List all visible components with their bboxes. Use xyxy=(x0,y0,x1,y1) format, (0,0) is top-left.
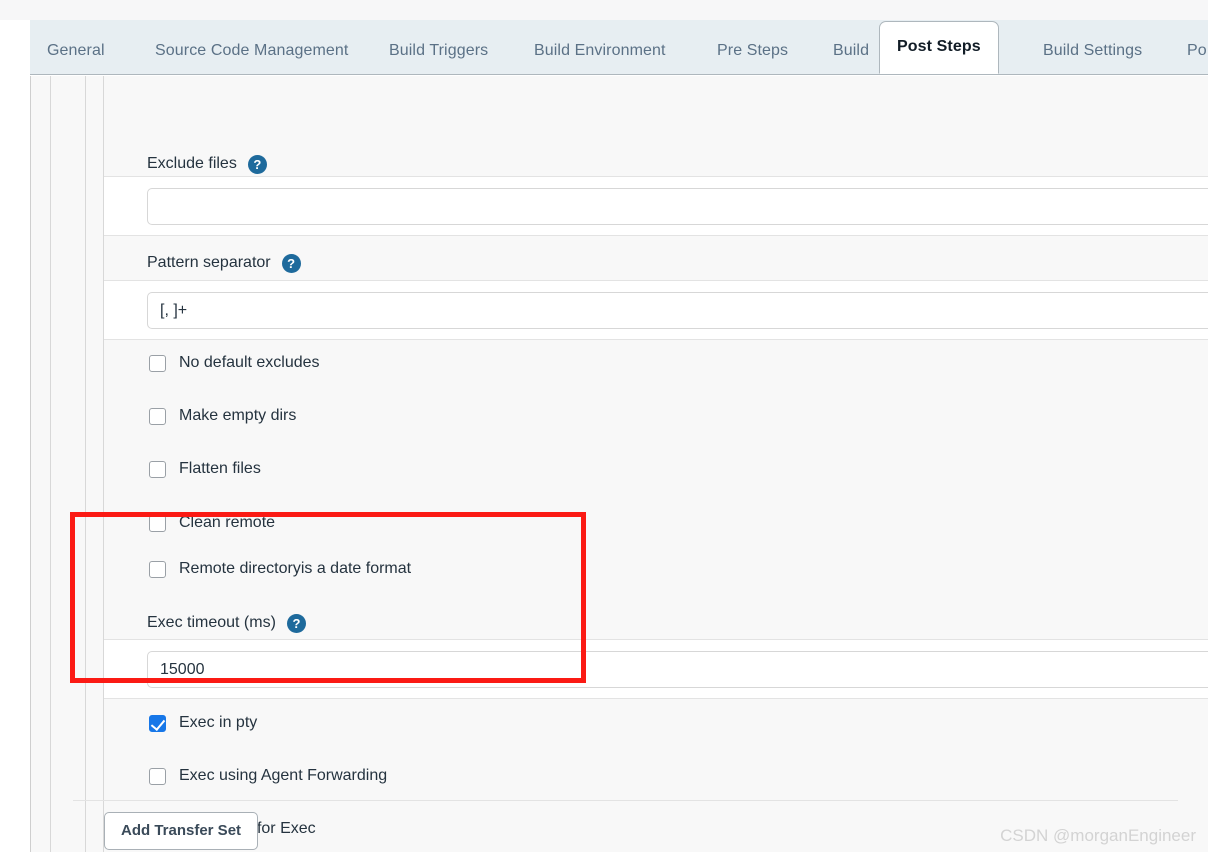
tab-po[interactable]: Po xyxy=(1170,28,1208,74)
exclude-files-label: Exclude files? xyxy=(147,152,267,176)
add-transfer-set-button[interactable]: Add Transfer Set xyxy=(104,812,259,850)
transfer-set-form: Exclude files? Pattern separator? [, ]+ Exe… xyxy=(104,76,1208,852)
exec-in-pty-label: Exec in pty xyxy=(179,714,258,731)
page-left-margin xyxy=(0,20,30,852)
clean-remote-checkbox[interactable] xyxy=(149,514,166,532)
pattern-separator-input[interactable]: [, ]+ xyxy=(147,292,1208,329)
tab-build-settings[interactable]: Build Settings xyxy=(1026,28,1159,74)
remote-directory-is-date-format-label: Remote directoryis a date format xyxy=(179,560,412,577)
config-tab-bar: General Source Code Management Build Trigg… xyxy=(30,20,1208,75)
tab-build[interactable]: Build xyxy=(816,28,886,74)
remote-directory-is-date-format-checkbox[interactable] xyxy=(149,560,166,578)
checkbox-row-exec-using-agent-forwarding[interactable]: Exec using Agent Forwarding xyxy=(149,767,387,785)
no-default-excludes-checkbox[interactable] xyxy=(149,354,166,372)
checkbox-row-make-empty-dirs[interactable]: Make empty dirs xyxy=(149,407,296,425)
panel-rail-outer xyxy=(50,76,51,852)
exec-using-agent-forwarding-label: Exec using Agent Forwarding xyxy=(179,767,388,784)
exec-using-agent-forwarding-checkbox[interactable] xyxy=(149,767,166,785)
tab-general[interactable]: General xyxy=(30,28,122,74)
browser-chrome-strip xyxy=(0,0,1208,20)
tab-post-steps[interactable]: Post Steps xyxy=(879,21,999,74)
tab-pre-steps[interactable]: Pre Steps xyxy=(700,28,805,74)
pattern-separator-label: Pattern separator? xyxy=(147,251,301,275)
checkbox-row-exec-in-pty[interactable]: Exec in pty xyxy=(149,714,257,732)
make-empty-dirs-label: Make empty dirs xyxy=(179,407,297,424)
help-circle-icon[interactable]: ? xyxy=(286,613,306,633)
checkbox-row-remote-directory-is-date-format[interactable]: Remote directoryis a date format xyxy=(149,560,411,578)
exec-in-pty-checkbox[interactable] xyxy=(149,714,166,732)
make-empty-dirs-checkbox[interactable] xyxy=(149,407,166,425)
checkbox-row-no-default-excludes[interactable]: No default excludes xyxy=(149,354,320,372)
exec-timeout-ms-input[interactable]: 15000 xyxy=(147,651,1208,688)
tab-source-code-management[interactable]: Source Code Management xyxy=(138,28,365,74)
tab-build-environment[interactable]: Build Environment xyxy=(517,28,683,74)
form-bottom-divider xyxy=(73,800,1178,801)
pattern-separator-label-text: Pattern separator xyxy=(147,254,271,271)
exec-timeout-ms-label-text: Exec timeout (ms) xyxy=(147,614,276,631)
exclude-files-label-text: Exclude files xyxy=(147,155,237,172)
help-circle-icon[interactable]: ? xyxy=(247,154,267,174)
panel-rail-middle xyxy=(85,76,86,852)
flatten-files-label: Flatten files xyxy=(179,460,261,477)
tab-build-triggers[interactable]: Build Triggers xyxy=(372,28,505,74)
checkbox-row-clean-remote[interactable]: Clean remote xyxy=(149,514,275,532)
no-default-excludes-label: No default excludes xyxy=(179,354,320,371)
exclude-files-input[interactable] xyxy=(147,188,1208,225)
flatten-files-checkbox[interactable] xyxy=(149,460,166,478)
watermark-label: CSDN @morganEngineer xyxy=(1000,826,1196,845)
exec-timeout-ms-label: Exec timeout (ms)? xyxy=(147,611,306,635)
checkbox-row-flatten-files[interactable]: Flatten files xyxy=(149,460,261,478)
help-circle-icon[interactable]: ? xyxy=(281,253,301,273)
post-steps-panel: Exclude files? Pattern separator? [, ]+ Exe… xyxy=(30,76,1208,852)
clean-remote-label: Clean remote xyxy=(179,514,276,531)
